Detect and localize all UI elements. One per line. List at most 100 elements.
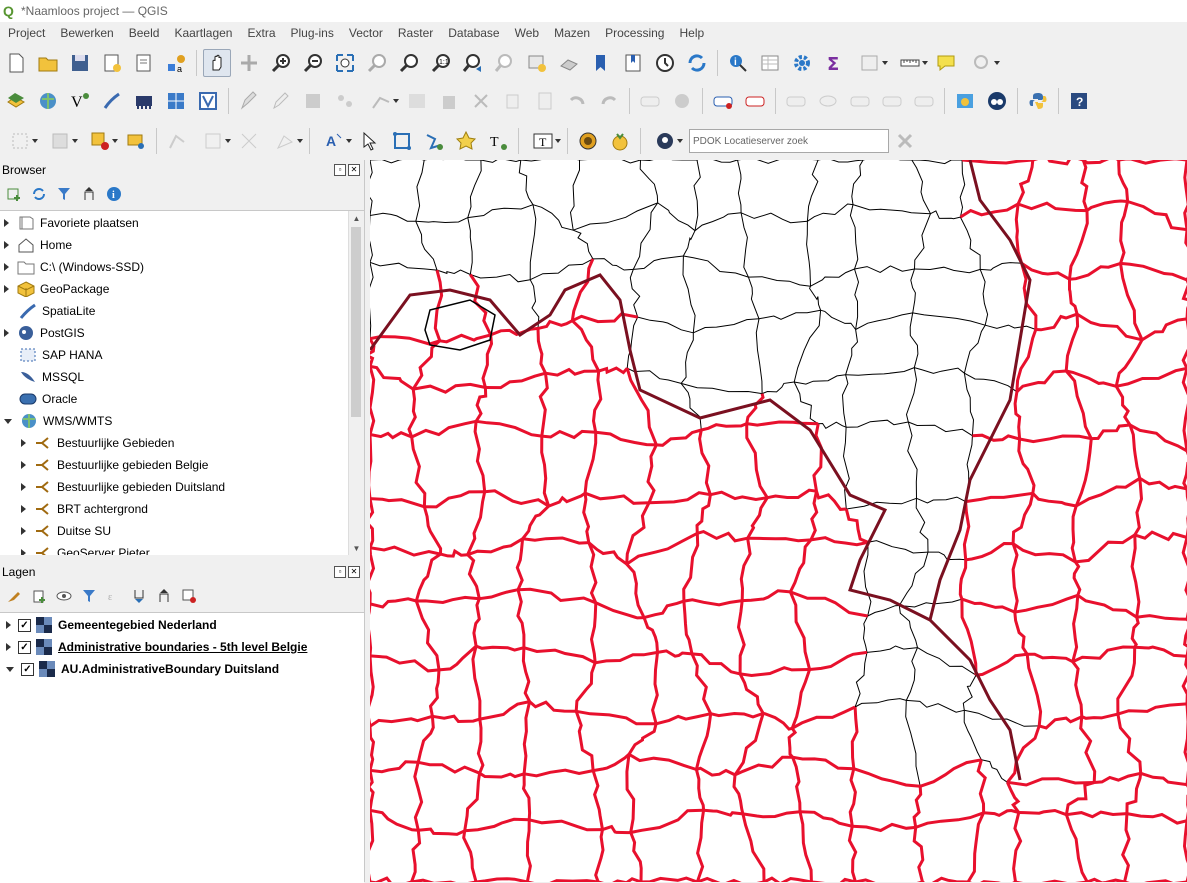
select-features-icon[interactable] [2,127,38,155]
zoom-last-icon[interactable] [459,49,487,77]
show-bookmarks-icon[interactable] [619,49,647,77]
plugin-pineapple-icon[interactable] [606,127,634,155]
pin-labels-icon[interactable] [782,87,810,115]
collapse-all-layers-icon[interactable] [153,585,175,607]
zoom-to-selection-icon[interactable] [363,49,391,77]
pan-to-selection-icon[interactable] [235,49,263,77]
digitize-point-icon[interactable] [331,87,359,115]
layer-row-belgie[interactable]: ✓ Administrative boundaries - 5th level … [6,636,307,658]
diagram-icon[interactable] [668,87,696,115]
float-panel-icon[interactable]: ▫ [334,164,346,176]
modify-attributes-icon[interactable] [403,87,431,115]
wms-child-bestuurlijke-gebieden[interactable]: Bestuurlijke Gebieden [21,432,174,454]
browser-item-spatialite[interactable]: SpatiaLite [18,300,95,322]
browser-item-wms[interactable]: WMS/WMTS [4,410,112,432]
browser-item-saphana[interactable]: SAP HANA [18,344,102,366]
menu-raster[interactable]: Raster [390,26,440,40]
layer-diagram-icon[interactable] [741,87,769,115]
plugin-sun-icon[interactable] [574,127,602,155]
text-annotation-icon[interactable]: A [316,127,352,155]
browser-item-geopackage[interactable]: GeoPackage [4,278,109,300]
plugin-binoculars-icon[interactable] [983,87,1011,115]
text-format-icon[interactable]: T [525,127,561,155]
select-annotation-icon[interactable] [356,127,384,155]
refresh-icon[interactable] [683,49,711,77]
add-wfs-icon[interactable] [130,87,158,115]
properties-info-icon[interactable]: i [103,183,125,205]
reshape-icon[interactable] [267,127,303,155]
menu-project[interactable]: Project [0,26,52,40]
polygon-annotation-icon[interactable] [388,127,416,155]
new-map-view-icon[interactable] [523,49,551,77]
browser-item-home[interactable]: Home [4,234,72,256]
add-selected-layers-icon[interactable] [3,183,25,205]
identify-features-icon[interactable]: i [724,49,752,77]
menu-web[interactable]: Web [507,26,546,40]
digitize-line-icon[interactable] [363,87,399,115]
browser-item-favorites[interactable]: Favoriete plaatsen [4,212,139,234]
menu-help[interactable]: Help [671,26,711,40]
change-label-icon[interactable] [910,87,938,115]
delete-selected-icon[interactable] [435,87,463,115]
advanced-digitize-icon[interactable] [195,127,231,155]
new-bookmark-icon[interactable] [587,49,615,77]
browser-item-oracle[interactable]: Oracle [18,388,77,410]
split-features-icon[interactable] [235,127,263,155]
layer-visibility-checkbox[interactable]: ✓ [18,641,31,654]
rotate-label-icon[interactable] [878,87,906,115]
close-panel-icon[interactable]: ✕ [348,164,360,176]
map-tips-icon[interactable] [932,49,960,77]
text-point-annotation-icon[interactable]: T [484,127,512,155]
filter-expression-icon[interactable]: ε [103,585,125,607]
marker-annotation-icon[interactable] [452,127,480,155]
layer-row-gemeentegebied[interactable]: ✓ Gemeentegebied Nederland [6,614,217,636]
vertex-tool-icon[interactable] [163,127,191,155]
toolbox-gear-icon[interactable] [788,49,816,77]
select-location-icon[interactable] [122,127,150,155]
temporal-controller-icon[interactable] [651,49,679,77]
copy-features-icon[interactable] [499,87,527,115]
menu-plugins[interactable]: Plug-ins [283,26,341,40]
current-edits-icon[interactable] [235,87,263,115]
add-layer-globe-icon[interactable] [34,87,62,115]
zoom-native-icon[interactable]: 1:1 [427,49,455,77]
wms-child-geoserver[interactable]: GeoServer Pieter [21,542,150,555]
zoom-in-icon[interactable] [267,49,295,77]
new-3d-map-view-icon[interactable] [555,49,583,77]
layer-labeling-icon[interactable] [709,87,737,115]
python-console-icon[interactable] [1024,87,1052,115]
filter-browser-icon[interactable] [53,183,75,205]
clear-search-icon[interactable] [891,127,919,155]
zoom-out-icon[interactable] [299,49,327,77]
remove-layer-icon[interactable] [178,585,200,607]
add-raster-icon[interactable] [162,87,190,115]
zoom-full-icon[interactable] [331,49,359,77]
measure-ruler-icon[interactable] [892,49,928,77]
add-group-icon[interactable] [28,585,50,607]
style-manager-icon[interactable]: a [162,49,190,77]
line-annotation-icon[interactable] [420,127,448,155]
scroll-up-icon[interactable]: ▲ [349,211,364,225]
data-source-manager-icon[interactable] [2,87,30,115]
new-print-layout-icon[interactable] [98,49,126,77]
layout-manager-icon[interactable] [130,49,158,77]
label-toolbar-icon[interactable] [636,87,664,115]
wms-child-belgie[interactable]: Bestuurlijke gebieden Belgie [21,454,208,476]
pdok-locator-icon[interactable] [647,127,683,155]
menu-extra[interactable]: Extra [239,26,282,40]
save-project-icon[interactable] [66,49,94,77]
spatialite-add-icon[interactable] [98,87,126,115]
menu-vector[interactable]: Vector [341,26,390,40]
collapse-all-icon[interactable] [78,183,100,205]
select-by-value-icon[interactable] [42,127,78,155]
expand-all-icon[interactable] [128,585,150,607]
help-icon[interactable]: ? [1065,87,1093,115]
menu-processing[interactable]: Processing [597,26,671,40]
cut-features-icon[interactable] [467,87,495,115]
zoom-to-layer-icon[interactable] [395,49,423,77]
browser-item-mssql[interactable]: MSSQL [18,366,84,388]
open-attribute-table-icon[interactable] [756,49,784,77]
wms-child-brt[interactable]: BRT achtergrond [21,498,148,520]
scrollbar-thumb[interactable] [351,227,361,417]
pan-map-icon[interactable] [203,49,231,77]
